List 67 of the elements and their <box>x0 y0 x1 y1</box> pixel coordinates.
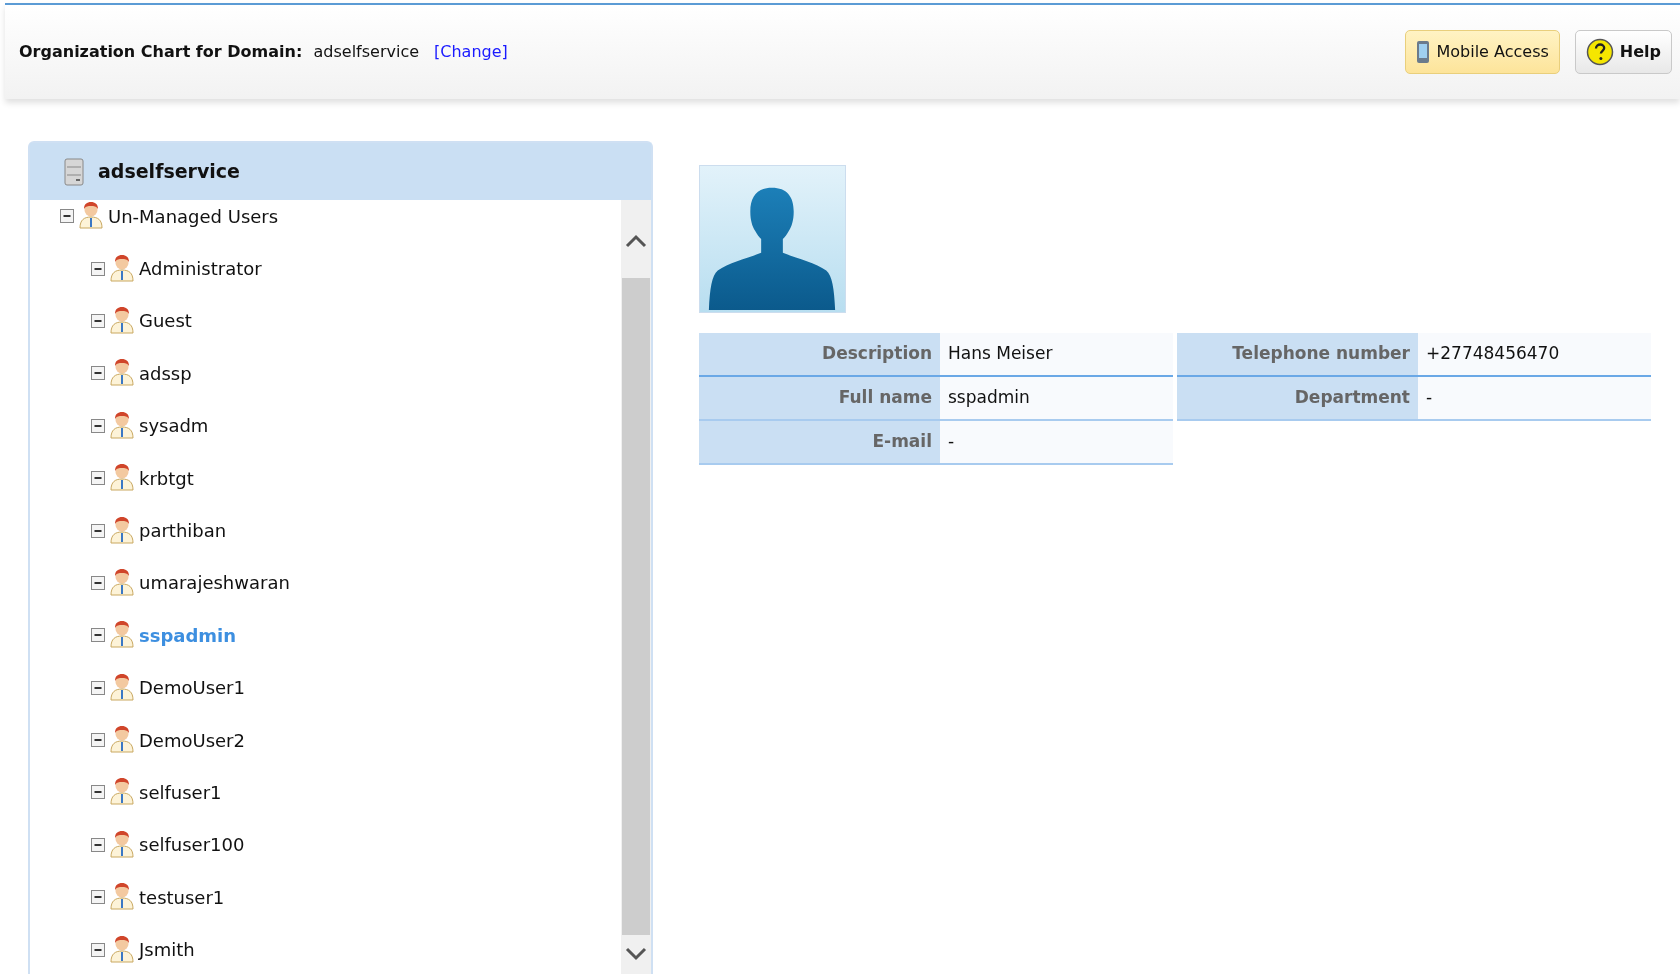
field-value: sspadmin <box>940 377 1173 419</box>
mobile-access-button[interactable]: Mobile Access <box>1405 30 1560 74</box>
tree-node-label[interactable]: Guest <box>139 307 192 335</box>
user-icon <box>109 778 135 807</box>
user-icon <box>109 621 135 650</box>
user-icon <box>109 673 135 702</box>
help-icon <box>1585 38 1614 66</box>
collapse-icon[interactable] <box>91 785 105 800</box>
user-icon <box>109 830 135 859</box>
field-value: Hans Meiser <box>940 333 1173 375</box>
field-label: Department <box>1177 377 1418 419</box>
collapse-icon[interactable] <box>91 418 105 433</box>
field-value: +27748456470 <box>1418 333 1651 375</box>
user-icon <box>109 935 135 964</box>
help-button[interactable]: Help <box>1574 30 1672 74</box>
tree-node-label[interactable]: Administrator <box>139 255 262 283</box>
collapse-icon[interactable] <box>91 733 105 748</box>
user-icon <box>109 883 135 912</box>
tree-node-label[interactable]: sysadm <box>139 412 209 440</box>
user-icon <box>109 411 135 440</box>
tree-node-label[interactable]: umarajeshwaran <box>139 569 290 597</box>
user-icon <box>109 306 135 335</box>
scroll-up-icon[interactable] <box>625 234 647 248</box>
user-icon <box>109 359 135 388</box>
collapse-icon[interactable] <box>91 523 105 538</box>
collapse-icon[interactable] <box>91 890 105 905</box>
tree-node-label[interactable]: selfuser1 <box>139 779 222 806</box>
tree-node-label[interactable]: Un-Managed Users <box>108 202 279 230</box>
page-title: Organization Chart for Domain: <box>19 41 303 63</box>
phone-icon <box>1416 40 1431 64</box>
field-value: - <box>940 421 1173 463</box>
scrollbar[interactable] <box>621 200 651 974</box>
user-icon <box>109 726 135 755</box>
server-icon <box>64 157 84 186</box>
collapse-icon[interactable] <box>91 261 105 276</box>
tree-node-label[interactable]: Jsmith <box>139 936 195 964</box>
tree-node-label[interactable]: DemoUser2 <box>139 726 245 754</box>
collapse-icon[interactable] <box>91 680 105 695</box>
collapse-icon[interactable] <box>91 575 105 590</box>
field-label: E-mail <box>699 421 940 463</box>
field-label: Full name <box>699 377 940 419</box>
domain-name: adselfservice <box>313 41 420 63</box>
tree-node-label[interactable]: DemoUser1 <box>139 674 245 702</box>
collapse-icon[interactable] <box>91 837 105 852</box>
collapse-icon[interactable] <box>91 471 105 486</box>
tree-node-label[interactable]: adssp <box>139 359 192 387</box>
scroll-down-icon[interactable] <box>625 947 647 961</box>
user-icon <box>109 568 135 597</box>
tree-node-label[interactable]: selfuser100 <box>139 831 245 859</box>
tree-node-label[interactable]: parthiban <box>139 517 227 545</box>
collapse-icon[interactable] <box>91 313 105 328</box>
field-label: Description <box>699 333 940 375</box>
user-icon <box>109 464 135 493</box>
scroll-thumb[interactable] <box>622 278 650 935</box>
user-icon <box>78 202 104 231</box>
collapse-icon[interactable] <box>91 628 105 643</box>
user-icon <box>109 516 135 545</box>
field-label: Telephone number <box>1177 333 1418 375</box>
user-icon <box>109 254 135 283</box>
collapse-icon[interactable] <box>91 366 105 381</box>
field-value: - <box>1418 377 1651 419</box>
collapse-icon[interactable] <box>60 209 74 224</box>
change-link[interactable]: [Change] <box>434 40 508 64</box>
tree-node-label[interactable]: krbtgt <box>139 464 194 492</box>
tree-node-label[interactable]: testuser1 <box>139 883 225 911</box>
collapse-icon[interactable] <box>91 942 105 957</box>
tree-root-label: adselfservice <box>98 159 240 185</box>
